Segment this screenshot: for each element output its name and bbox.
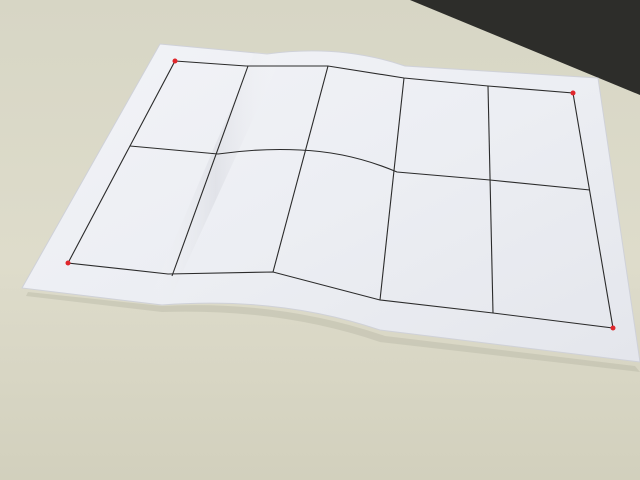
corner-marker-bottom-right (610, 325, 616, 331)
corner-marker-bottom-left (65, 260, 71, 266)
corner-marker-top-right (570, 90, 576, 96)
photo-scene (0, 0, 640, 480)
corner-marker-top-left (172, 58, 178, 64)
